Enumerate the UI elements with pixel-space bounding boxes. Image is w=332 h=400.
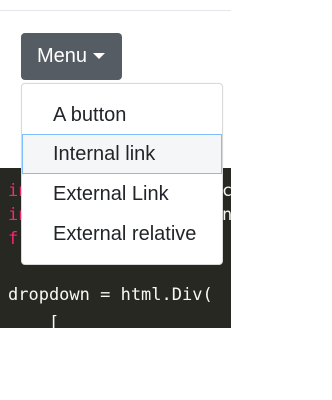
dropdown-item-external-link[interactable]: External Link [22,174,222,214]
dropdown-item-internal-link[interactable]: Internal link [22,134,222,174]
menu-button-label: Menu [37,45,88,67]
code-suffix-2: n [222,205,231,225]
dropdown-item-label: External relative [53,223,197,245]
code-line-6: [ [8,313,60,328]
dropdown-menu: A button Internal link External Link Ext… [21,83,223,265]
dropdown-item-label: Internal link [53,143,156,165]
code-line-5: dropdown = html.Div( [8,285,213,305]
dropdown-item-external-relative[interactable]: External relative [22,214,222,254]
dropdown-item-a-button[interactable]: A button [22,95,222,135]
menu-button[interactable]: Menu [21,33,122,80]
code-suffix-1: c [222,181,231,201]
top-divider [0,10,231,11]
chevron-down-icon [93,52,106,59]
dropdown-item-label: A button [53,104,127,126]
dropdown-item-label: External Link [53,183,169,205]
